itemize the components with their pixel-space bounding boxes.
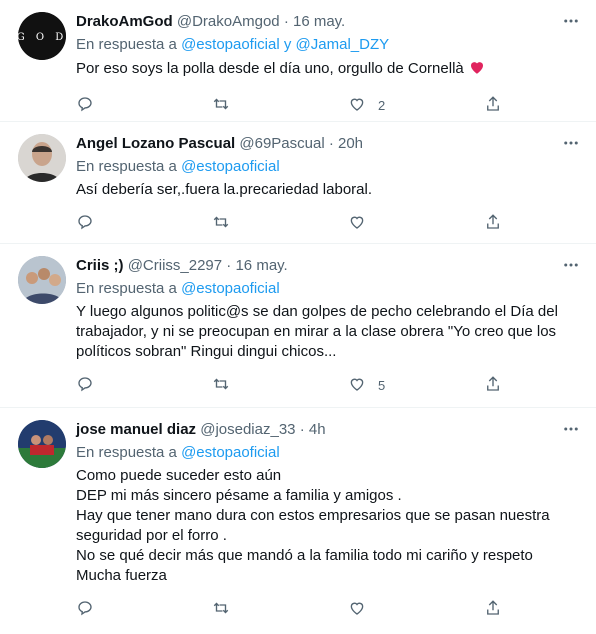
- display-name[interactable]: DrakoAmGod: [76, 13, 173, 30]
- tweet[interactable]: jose manuel diaz @josediaz_33 · 4h En re…: [0, 408, 596, 634]
- share-button[interactable]: [484, 213, 502, 234]
- share-button[interactable]: [484, 599, 502, 620]
- tweet-actions: [76, 206, 580, 246]
- reply-context: En respuesta a @estopaoficial: [76, 280, 280, 297]
- retweet-icon: [212, 213, 230, 234]
- like-icon: [348, 213, 366, 234]
- share-button[interactable]: [484, 95, 502, 116]
- reply-button[interactable]: [76, 375, 212, 396]
- handle[interactable]: @josediaz_33: [200, 421, 295, 438]
- reply-context: En respuesta a @estopaoficial y @Jamal_D…: [76, 36, 390, 53]
- handle[interactable]: @69Pascual: [239, 135, 324, 152]
- more-icon[interactable]: [560, 418, 582, 440]
- reply-button[interactable]: [76, 213, 212, 234]
- retweet-button[interactable]: [212, 375, 348, 396]
- text-line: Mucha fuerza: [76, 567, 167, 584]
- reply-icon: [76, 213, 94, 234]
- retweet-icon: [212, 599, 230, 620]
- timestamp[interactable]: 16 may.: [293, 13, 345, 30]
- like-icon: [348, 599, 366, 620]
- timestamp[interactable]: 16 may.: [235, 257, 287, 274]
- heart-emoji-icon: [468, 58, 486, 82]
- share-icon: [484, 599, 502, 620]
- timestamp[interactable]: 20h: [338, 135, 363, 152]
- like-button[interactable]: [348, 599, 484, 620]
- avatar[interactable]: [18, 420, 66, 468]
- text-line: Hay que tener mano dura con estos empres…: [76, 507, 550, 544]
- retweet-button[interactable]: [212, 95, 348, 116]
- separator: ·: [283, 13, 289, 30]
- like-icon: [348, 375, 366, 396]
- mention-link[interactable]: @Jamal_DZY: [296, 36, 390, 53]
- like-icon: [348, 95, 366, 116]
- tweet-text: Así debería ser,.fuera la.precariedad la…: [76, 181, 373, 198]
- tweet[interactable]: Angel Lozano Pascual @69Pascual · 20h En…: [0, 122, 596, 244]
- separator: ·: [226, 257, 232, 274]
- handle[interactable]: @DrakoAmgod: [177, 13, 280, 30]
- reply-icon: [76, 95, 94, 116]
- tweet-actions: 5: [76, 368, 580, 408]
- reply-context: En respuesta a @estopaoficial: [76, 158, 280, 175]
- like-button[interactable]: 2: [348, 95, 484, 116]
- separator: ·: [328, 135, 334, 152]
- reply-context: En respuesta a @estopaoficial: [76, 444, 280, 461]
- mention-link[interactable]: @estopaoficial: [181, 36, 280, 53]
- text-line: DEP mi más sincero pésame a familia y am…: [76, 487, 402, 504]
- mention-link[interactable]: @estopaoficial: [181, 280, 280, 297]
- share-icon: [484, 213, 502, 234]
- reply-icon: [76, 599, 94, 620]
- share-icon: [484, 95, 502, 116]
- share-button[interactable]: [484, 375, 502, 396]
- share-icon: [484, 375, 502, 396]
- reply-button[interactable]: [76, 599, 212, 620]
- avatar[interactable]: G O D: [18, 12, 66, 60]
- retweet-button[interactable]: [212, 599, 348, 620]
- display-name[interactable]: Angel Lozano Pascual: [76, 135, 235, 152]
- reply-icon: [76, 375, 94, 396]
- tweet[interactable]: Criis ;) @Criiss_2297 · 16 may. En respu…: [0, 244, 596, 408]
- text-line: Como puede suceder esto aún: [76, 467, 282, 484]
- tweet-actions: [76, 592, 580, 632]
- more-icon[interactable]: [560, 10, 582, 32]
- more-icon[interactable]: [560, 132, 582, 154]
- mention-joiner: y: [283, 36, 292, 53]
- retweet-icon: [212, 375, 230, 396]
- like-count: 2: [378, 97, 386, 113]
- separator: ·: [299, 421, 305, 438]
- avatar[interactable]: [18, 256, 66, 304]
- handle[interactable]: @Criiss_2297: [128, 257, 222, 274]
- like-button[interactable]: 5: [348, 375, 484, 396]
- avatar[interactable]: [18, 134, 66, 182]
- more-icon[interactable]: [560, 254, 582, 276]
- svg-text:G O D: G O D: [18, 32, 66, 43]
- tweet-text: Como puede suceder esto aún DEP mi más s…: [76, 466, 580, 586]
- tweet-text: Por eso soys la polla desde el día uno, …: [76, 58, 580, 82]
- retweet-icon: [212, 95, 230, 116]
- tweet-text: Y luego algunos politic@s se dan golpes …: [76, 303, 558, 360]
- like-count: 5: [378, 377, 386, 393]
- display-name[interactable]: jose manuel diaz: [76, 421, 196, 438]
- text-line: No se qué decir más que mandó a la famil…: [76, 547, 533, 564]
- timestamp[interactable]: 4h: [309, 421, 326, 438]
- mention-link[interactable]: @estopaoficial: [181, 158, 280, 175]
- mention-link[interactable]: @estopaoficial: [181, 444, 280, 461]
- retweet-button[interactable]: [212, 213, 348, 234]
- reply-button[interactable]: [76, 95, 212, 116]
- tweet[interactable]: G O D DrakoAmGod @DrakoAmgod · 16 may. E…: [0, 0, 596, 122]
- display-name[interactable]: Criis ;): [76, 257, 124, 274]
- like-button[interactable]: [348, 213, 484, 234]
